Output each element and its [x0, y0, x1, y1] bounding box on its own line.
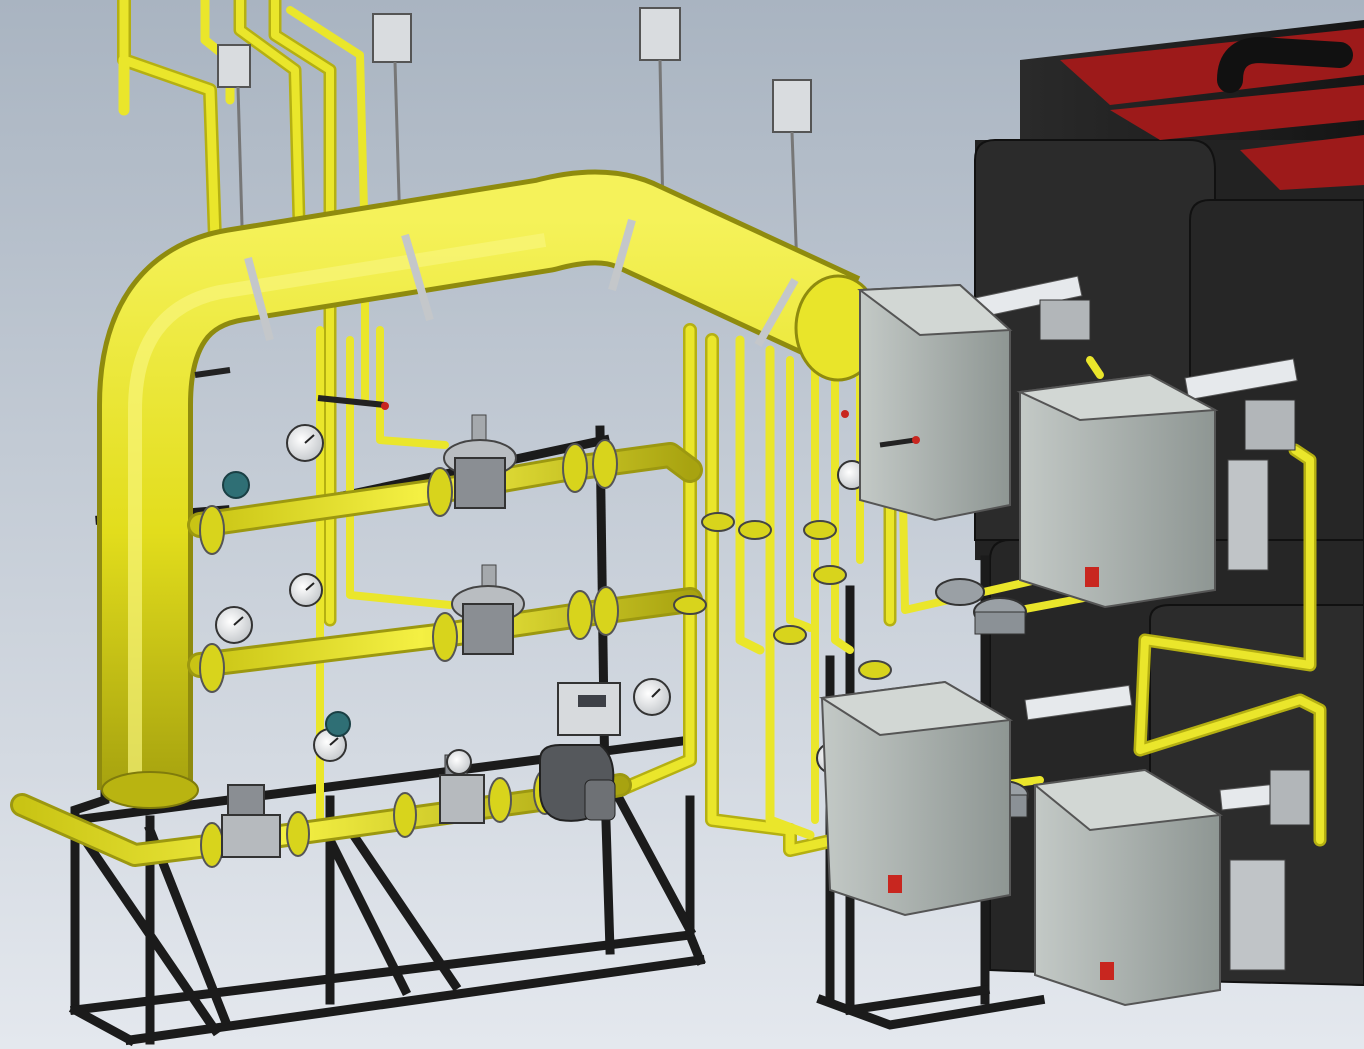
flange — [393, 792, 417, 838]
flange — [286, 811, 310, 857]
flange — [199, 505, 225, 555]
gas-piping-3d-diagram — [0, 0, 1364, 1049]
flange — [592, 439, 618, 489]
pressure-gauge-icon — [215, 606, 253, 644]
burner-4 — [1032, 768, 1311, 1007]
flange — [200, 822, 224, 868]
flange — [488, 777, 512, 823]
flange — [593, 586, 619, 636]
flange — [427, 467, 453, 517]
pressure-gauge-icon — [446, 749, 472, 775]
pressure-gauge-icon — [289, 573, 323, 607]
flange — [562, 443, 588, 493]
pressure-gauge-icon — [286, 424, 324, 462]
flange — [432, 612, 458, 662]
flange — [199, 643, 225, 693]
pressure-gauge-icon — [633, 678, 671, 716]
flange — [567, 590, 593, 640]
